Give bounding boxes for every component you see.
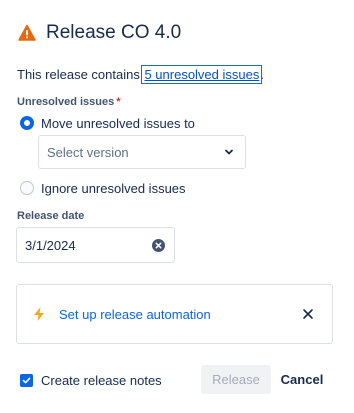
cancel-button[interactable]: Cancel	[272, 365, 332, 394]
required-indicator: *	[116, 96, 121, 108]
unresolved-issues-link[interactable]: 5 unresolved issues	[141, 65, 263, 84]
warning-icon	[18, 24, 36, 41]
create-release-notes-checkbox[interactable]: Create release notes	[20, 372, 162, 388]
close-icon[interactable]	[302, 308, 314, 320]
release-date-value: 3/1/2024	[25, 237, 76, 253]
release-date-label: Release date	[17, 210, 85, 222]
clear-icon[interactable]	[152, 238, 165, 252]
setup-automation-link[interactable]: Set up release automation	[59, 307, 302, 322]
lightning-icon	[34, 307, 44, 321]
unresolved-issues-label-text: Unresolved issues	[17, 96, 115, 108]
release-button[interactable]: Release	[201, 365, 271, 394]
radio-move-issues[interactable]: Move unresolved issues to	[20, 114, 195, 132]
automation-banner: Set up release automation	[16, 284, 333, 344]
dialog-header: Release CO 4.0	[18, 20, 181, 46]
chevron-down-icon	[225, 149, 233, 155]
summary-suffix: .	[260, 67, 264, 82]
radio-selected-icon[interactable]	[20, 116, 34, 130]
radio-ignore-label: Ignore unresolved issues	[41, 180, 186, 196]
dialog-title: Release CO 4.0	[46, 22, 182, 43]
version-select-placeholder: Select version	[47, 144, 129, 160]
create-release-notes-label: Create release notes	[41, 372, 162, 388]
release-date-field[interactable]: 3/1/2024	[16, 227, 175, 263]
radio-unselected-icon[interactable]	[20, 181, 34, 195]
checkbox-checked-icon[interactable]	[20, 373, 33, 387]
version-select[interactable]: Select version	[38, 135, 246, 169]
radio-move-label: Move unresolved issues to	[41, 115, 195, 131]
release-summary: This release contains 5 unresolved issue…	[17, 65, 264, 84]
unresolved-issues-label: Unresolved issues *	[17, 96, 121, 108]
summary-text: This release contains	[17, 67, 144, 82]
radio-ignore-issues[interactable]: Ignore unresolved issues	[20, 179, 186, 197]
